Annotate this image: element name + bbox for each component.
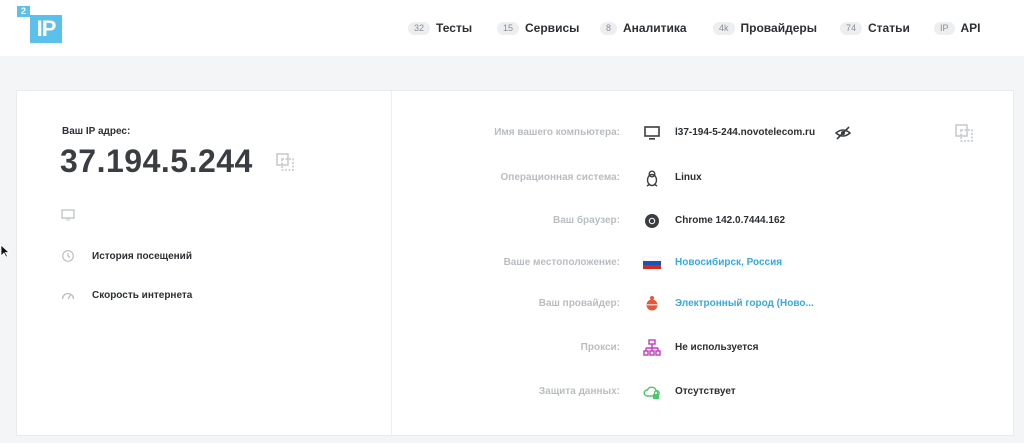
nav-label: Статьи	[868, 21, 910, 35]
main-nav: 32 Тесты 15 Сервисы 8 Аналитика 4k Прова…	[0, 18, 1024, 38]
speed-test-link[interactable]: Скорость интернета	[61, 287, 192, 303]
provider-link[interactable]: Электронный город (Ново...	[675, 298, 814, 309]
ipv6-icon[interactable]: v6	[61, 208, 75, 222]
info-key: Имя вашего компьютера:	[494, 127, 620, 138]
speedometer-icon	[61, 292, 75, 300]
nav-item-articles[interactable]: 74 Статьи	[840, 18, 910, 38]
info-row-os: Операционная система: Linux	[390, 169, 990, 187]
nav-badge: 15	[497, 21, 520, 35]
info-key: Ваше местоположение:	[503, 257, 620, 268]
nav-badge: 8	[600, 21, 618, 35]
cloud-lock-icon	[643, 386, 660, 399]
ip-value: 37.194.5.244	[60, 143, 253, 179]
nav-badge: IP	[934, 21, 955, 35]
info-key: Прокси:	[580, 342, 620, 353]
copy-ip-icon[interactable]	[276, 153, 294, 171]
nav-badge: 32	[408, 21, 431, 35]
nav-item-analytics[interactable]: 8 Аналитика	[600, 18, 687, 38]
eye-slash-icon[interactable]	[835, 125, 851, 141]
info-row-location: Ваше местоположение: Новосибирск, Россия	[390, 254, 990, 272]
russia-flag-icon	[643, 256, 661, 269]
history-icon	[62, 250, 74, 262]
ip-label: Ваш IP адрес:	[62, 126, 131, 137]
nav-label: Тесты	[436, 21, 473, 35]
hostname-value: l37-194-5-244.novotelecom.ru	[675, 127, 816, 138]
nav-item-providers[interactable]: 4k Провайдеры	[713, 18, 817, 38]
data-protection-value: Отсутствует	[675, 386, 736, 397]
history-link[interactable]: История посещений	[61, 248, 192, 264]
monitor-icon	[644, 126, 660, 140]
info-key: Операционная система:	[500, 172, 620, 183]
chrome-icon	[645, 214, 659, 228]
info-row-proxy: Прокси: Не используется	[390, 339, 990, 357]
nav-label: Аналитика	[623, 21, 687, 35]
info-row-hostname: Имя вашего компьютера: l37-194-5-244.nov…	[390, 124, 990, 142]
os-value: Linux	[675, 172, 702, 183]
svg-text:v6: v6	[66, 217, 71, 222]
proxy-icon	[643, 339, 661, 356]
history-label: История посещений	[92, 250, 192, 262]
info-row-data-protection: Защита данных: Отсутствует	[390, 383, 990, 401]
linux-icon	[646, 170, 658, 187]
info-key: Ваш провайдер:	[538, 298, 620, 309]
info-key: Ваш браузер:	[552, 215, 620, 226]
location-link[interactable]: Новосибирск, Россия	[675, 257, 782, 268]
provider-icon	[646, 296, 658, 311]
speed-test-label: Скорость интернета	[92, 289, 193, 301]
logo-superscript: 2	[17, 6, 30, 17]
nav-badge: 74	[840, 21, 863, 35]
nav-item-tests[interactable]: 32 Тесты	[408, 18, 472, 38]
info-row-browser: Ваш браузер: Chrome 142.0.7444.162	[390, 212, 990, 230]
nav-label: Сервисы	[525, 21, 580, 35]
info-key: Защита данных:	[538, 386, 620, 397]
nav-item-api[interactable]: IP API	[934, 18, 981, 38]
info-row-provider: Ваш провайдер: Электронный город (Ново..…	[390, 295, 990, 313]
nav-label: Провайдеры	[740, 21, 817, 35]
nav-label: API	[960, 21, 981, 35]
nav-badge: 4k	[713, 21, 735, 35]
header: 2 IP 32 Тесты 15 Сервисы 8 Аналитика 4k …	[0, 0, 1024, 56]
browser-value: Chrome 142.0.7444.162	[675, 215, 786, 226]
mouse-cursor-icon	[0, 244, 10, 258]
proxy-value: Не используется	[675, 342, 759, 353]
nav-item-services[interactable]: 15 Сервисы	[497, 18, 579, 38]
